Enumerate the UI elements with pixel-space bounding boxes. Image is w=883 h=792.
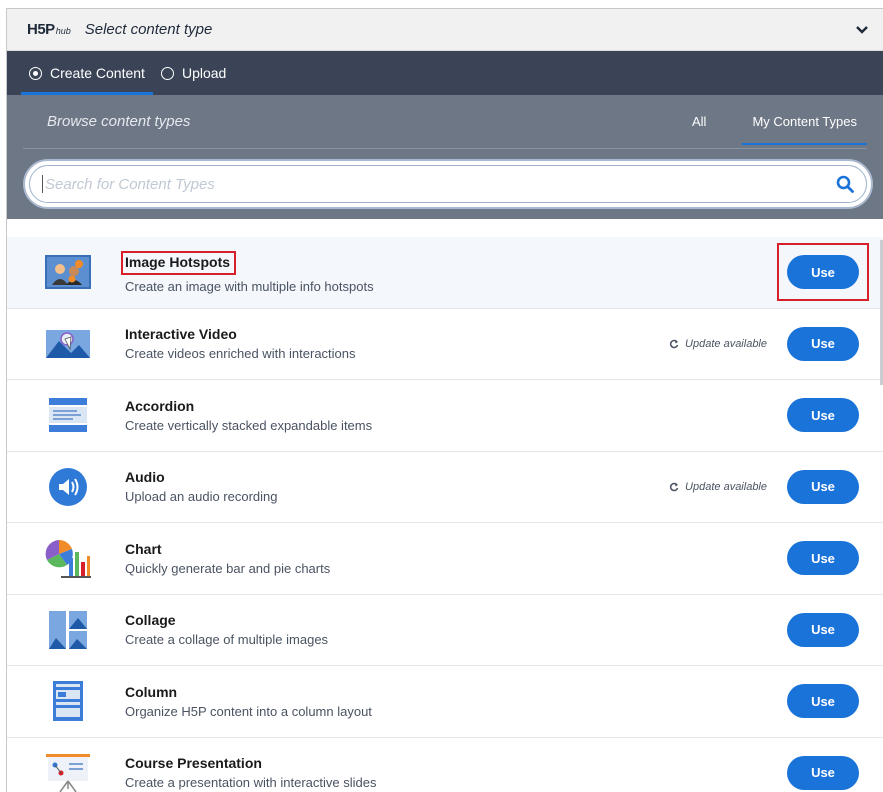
radio-checked-icon (29, 66, 42, 80)
hub-title: Select content type (84, 21, 213, 38)
list-item-interactive-video[interactable]: Interactive Video Create videos enriched… (7, 309, 883, 380)
browse-panel: Browse content types All My Content Type… (7, 95, 883, 219)
interactive-video-icon (43, 319, 93, 369)
tab-create-content[interactable]: Create Content (21, 51, 153, 95)
logo-sub: hub (55, 26, 71, 36)
item-description: Quickly generate bar and pie charts (125, 560, 331, 576)
browse-title: Browse content types (47, 112, 191, 130)
item-title: Course Presentation (125, 755, 262, 772)
update-status[interactable]: Update available (669, 481, 767, 493)
hub-header[interactable]: H5P hub Select content type (7, 9, 883, 51)
use-button[interactable]: Use (787, 398, 859, 433)
column-icon (43, 676, 93, 726)
h5p-hub-logo: H5P hub (27, 21, 71, 38)
accordion-icon (43, 390, 93, 440)
item-title: Collage (125, 612, 176, 629)
list-item-chart[interactable]: Chart Quickly generate bar and pie chart… (7, 523, 883, 595)
update-label: Update available (685, 337, 767, 350)
item-description: Create a presentation with interactive s… (125, 775, 377, 791)
search-bar (23, 159, 873, 209)
highlight-box: Image Hotspots (121, 250, 237, 275)
item-description: Create videos enriched with interactions (125, 346, 356, 362)
use-button[interactable]: Use (787, 755, 859, 790)
use-button[interactable]: Use (787, 541, 859, 576)
tab-bar: Create Content Upload (7, 51, 883, 95)
content-type-selector: H5P hub Select content type Create Conte… (6, 8, 883, 792)
refresh-icon (669, 482, 679, 492)
course-presentation-icon (43, 748, 93, 792)
content-type-list: Image Hotspots Create an image with mult… (7, 237, 883, 792)
chevron-down-icon[interactable] (855, 23, 869, 37)
list-item-image-hotspots[interactable]: Image Hotspots Create an image with mult… (7, 237, 883, 309)
collage-icon (43, 605, 93, 655)
update-status[interactable]: Update available (669, 338, 767, 350)
list-item-course-presentation[interactable]: Course Presentation Create a presentatio… (7, 738, 883, 792)
radio-unchecked-icon (160, 66, 174, 80)
item-title: Column (125, 683, 178, 700)
list-item-accordion[interactable]: Accordion Create vertically stacked expa… (7, 380, 883, 452)
list-item-audio[interactable]: Audio Upload an audio recording Update a… (7, 452, 883, 523)
use-button[interactable]: Use (787, 469, 859, 504)
chart-icon (43, 533, 93, 583)
item-title: Chart (125, 540, 162, 557)
use-button[interactable]: Use (787, 255, 859, 290)
highlight-box: Use (777, 243, 869, 302)
item-title: Image Hotspots (125, 253, 231, 270)
item-description: Organize H5P content into a column layou… (125, 703, 372, 719)
image-hotspots-icon (43, 247, 93, 297)
divider (23, 148, 867, 149)
list-item-collage[interactable]: Collage Create a collage of multiple ima… (7, 595, 883, 666)
item-title: Audio (125, 469, 165, 486)
list-item-column[interactable]: Column Organize H5P content into a colum… (7, 666, 883, 738)
audio-icon (43, 462, 93, 512)
tab-label: Upload (181, 65, 227, 81)
search-icon[interactable] (834, 173, 856, 195)
item-title: Accordion (125, 397, 195, 414)
update-label: Update available (685, 480, 767, 493)
spacer (7, 219, 883, 237)
filter-all[interactable]: All (682, 95, 716, 147)
item-description: Create vertically stacked expandable ite… (125, 417, 373, 433)
item-description: Create a collage of multiple images (125, 632, 329, 648)
use-button[interactable]: Use (787, 684, 859, 719)
search-input[interactable] (42, 175, 834, 193)
use-button[interactable]: Use (787, 326, 859, 361)
item-description: Create an image with multiple info hotsp… (125, 278, 374, 294)
item-description: Upload an audio recording (125, 489, 278, 505)
tab-upload[interactable]: Upload (153, 51, 234, 95)
filter-my-content-types[interactable]: My Content Types (742, 95, 867, 147)
use-button[interactable]: Use (787, 612, 859, 647)
tab-label: Create Content (50, 65, 145, 81)
item-title: Interactive Video (125, 326, 237, 343)
refresh-icon (669, 339, 679, 349)
logo-main: H5P (27, 21, 55, 38)
